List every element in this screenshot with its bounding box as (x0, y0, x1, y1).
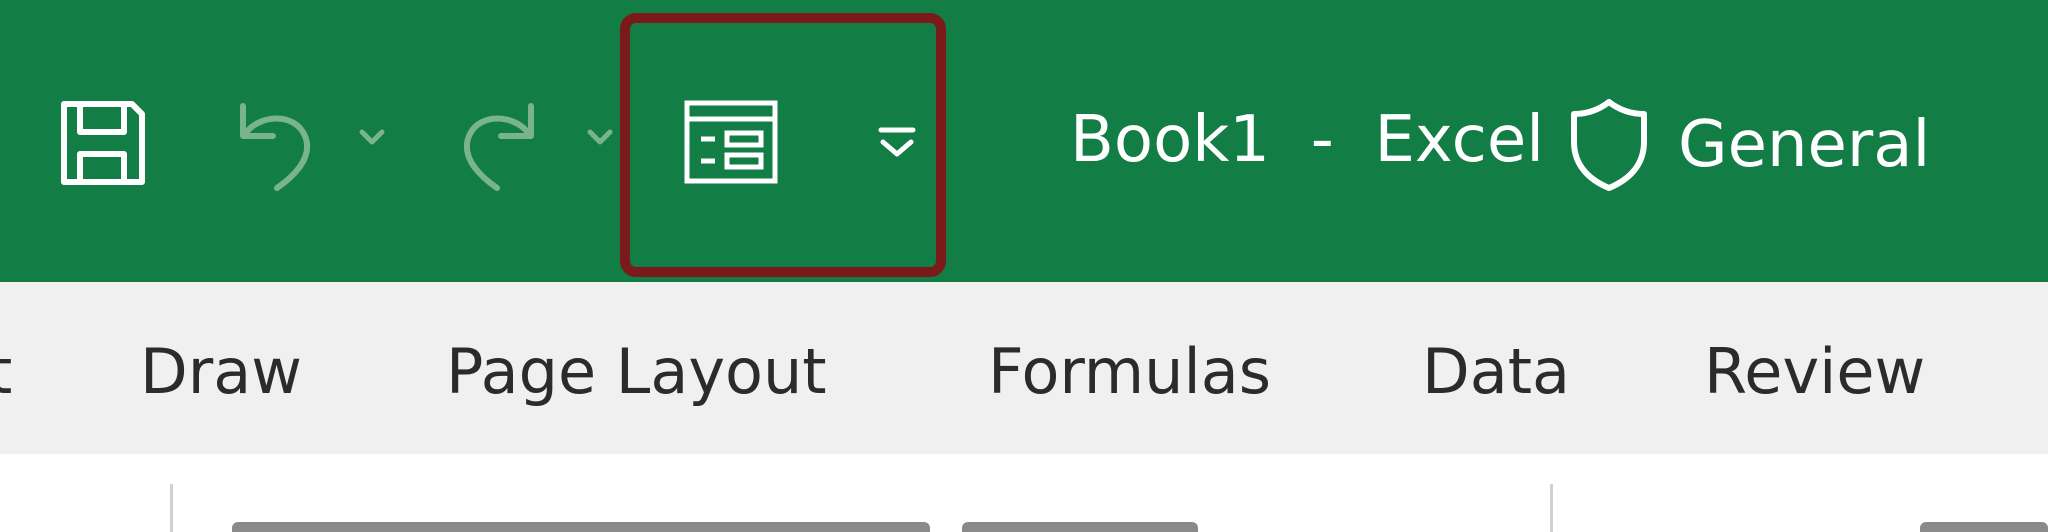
window-title: Book1 - Excel (1070, 103, 1544, 177)
chevron-down-icon (359, 129, 385, 145)
redo-icon (464, 103, 534, 191)
excel-window: Book1 - Excel General t Draw Page Layout… (0, 0, 2048, 532)
font-name-box[interactable] (232, 522, 930, 532)
save-icon (61, 101, 145, 185)
font-size-box[interactable] (962, 522, 1198, 532)
undo-dropdown-button[interactable] (352, 112, 392, 162)
ribbon-group-divider (170, 484, 173, 532)
tab-draw[interactable]: Draw (140, 334, 302, 410)
save-button[interactable] (46, 86, 158, 198)
tab-review[interactable]: Review (1704, 334, 1925, 410)
customize-toolbar-button[interactable] (868, 112, 926, 172)
ribbon-body (0, 454, 2048, 532)
number-format-box[interactable] (1920, 522, 2048, 532)
undo-icon (240, 103, 310, 191)
tab-insert[interactable]: t (0, 334, 12, 410)
redo-dropdown-button[interactable] (580, 112, 620, 162)
sensitivity-label-button[interactable]: General (1566, 90, 1930, 200)
customize-toolbar-icon (878, 127, 916, 157)
tab-formulas[interactable]: Formulas (988, 334, 1271, 410)
title-bar: Book1 - Excel General (0, 0, 2048, 282)
redo-button[interactable] (450, 86, 552, 198)
form-icon (684, 100, 778, 184)
tab-data[interactable]: Data (1422, 334, 1570, 410)
chevron-down-icon (587, 129, 613, 145)
sensitivity-label: General (1678, 108, 1931, 182)
shield-icon (1571, 99, 1647, 191)
ribbon-group-divider (1550, 484, 1553, 532)
tab-page-layout[interactable]: Page Layout (446, 334, 827, 410)
undo-button[interactable] (222, 86, 324, 198)
form-button[interactable] (676, 92, 786, 192)
